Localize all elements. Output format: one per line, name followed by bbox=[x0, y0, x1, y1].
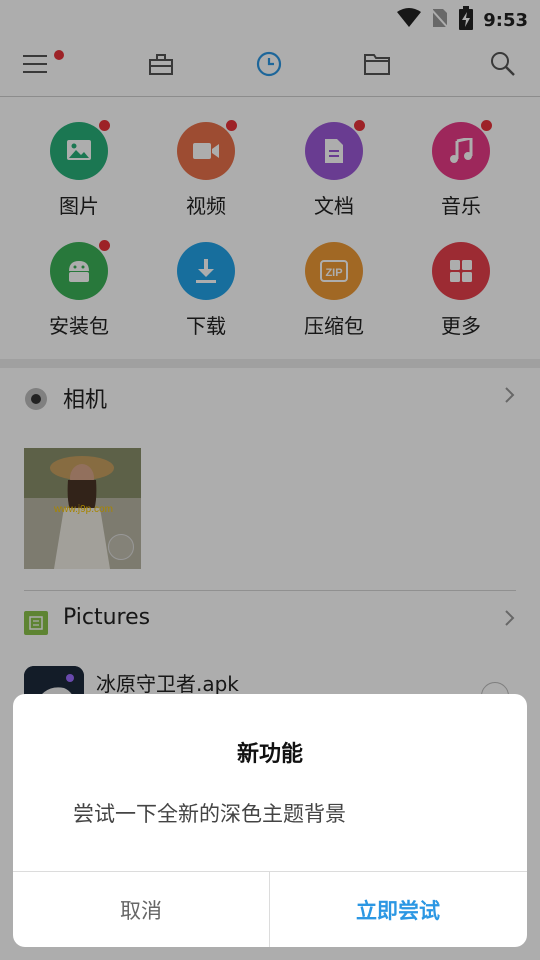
try-now-button[interactable]: 立即尝试 bbox=[270, 872, 526, 947]
new-feature-dialog: 新功能 尝试一下全新的深色主题背景 取消 立即尝试 bbox=[13, 694, 527, 947]
cancel-button[interactable]: 取消 bbox=[13, 872, 269, 947]
dialog-title: 新功能 bbox=[236, 742, 303, 767]
dialog-message: 尝试一下全新的深色主题背景 bbox=[73, 802, 346, 826]
